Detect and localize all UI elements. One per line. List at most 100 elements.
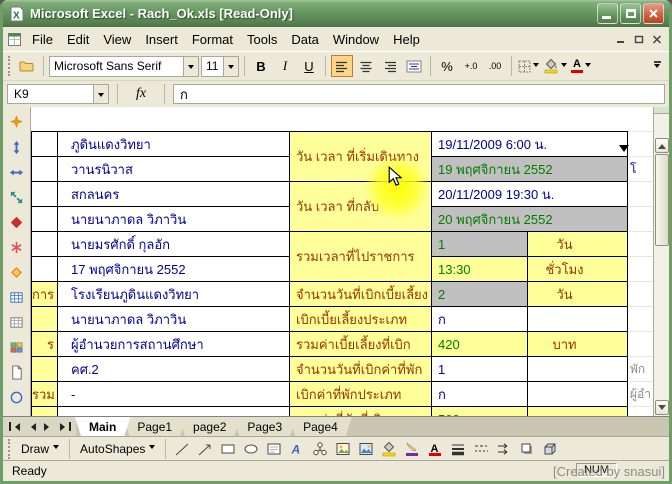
left-tool-button-7[interactable] bbox=[5, 261, 29, 284]
cell-name[interactable]: นายนาภาดล วิภาวิน bbox=[58, 307, 290, 332]
open-button[interactable] bbox=[16, 55, 38, 77]
cell-fragment[interactable] bbox=[628, 207, 654, 232]
line-style-button[interactable] bbox=[447, 439, 468, 459]
font-name-combo[interactable]: Microsoft Sans Serif bbox=[49, 56, 199, 77]
cell-unit[interactable] bbox=[528, 407, 628, 417]
cell-unit[interactable]: ชั่วโมง bbox=[528, 257, 628, 282]
menu-window[interactable]: Window bbox=[326, 29, 386, 50]
arrow-style-button[interactable] bbox=[493, 439, 514, 459]
maximize-button[interactable] bbox=[620, 3, 641, 24]
cell-value[interactable]: 20/11/2009 19:30 น. bbox=[432, 182, 628, 207]
left-tool-button-5[interactable] bbox=[5, 211, 29, 234]
menu-format[interactable]: Format bbox=[185, 29, 240, 50]
cell-value[interactable]: 19 พฤศจิกายน 2552 bbox=[432, 157, 628, 182]
increase-decimal-button[interactable]: +.0 bbox=[460, 55, 482, 77]
cell-label[interactable]: จำนวนวันที่เบิกเบี้ยเลี้ยง bbox=[290, 282, 432, 307]
cell-unit[interactable]: บาท bbox=[528, 332, 628, 357]
left-tool-button-11[interactable] bbox=[5, 361, 29, 384]
textbox-button[interactable] bbox=[263, 439, 284, 459]
spreadsheet-grid[interactable]: ภูดินแดงวิทยา วัน เวลา ที่เริ่มเดินทาง 1… bbox=[31, 107, 653, 416]
toolbar-options-button[interactable] bbox=[650, 61, 664, 71]
cell-unit[interactable]: วัน bbox=[528, 232, 628, 257]
cell-name[interactable]: ผู้อำนวยการสถานศึกษา bbox=[58, 332, 290, 357]
dropdown-arrow-icon[interactable] bbox=[619, 145, 629, 157]
cell-fragment[interactable] bbox=[628, 407, 654, 417]
split-handle[interactable] bbox=[654, 107, 669, 114]
cell-sliver[interactable] bbox=[32, 132, 58, 157]
cell-value[interactable]: ก bbox=[432, 307, 528, 332]
cell-name[interactable]: วานรนิวาส bbox=[58, 157, 290, 182]
cell-value[interactable]: 500 bbox=[432, 407, 528, 417]
shadow-style-button[interactable] bbox=[516, 439, 537, 459]
cell-fragment[interactable]: ผู้อำ bbox=[628, 382, 654, 407]
align-center-button[interactable] bbox=[355, 55, 377, 77]
font-size-combo[interactable]: 11 bbox=[201, 56, 239, 77]
cell-name[interactable]: - bbox=[58, 382, 290, 407]
cell-fragment[interactable] bbox=[628, 182, 654, 207]
cell-fragment[interactable]: โ bbox=[628, 157, 654, 182]
toolbar-grip[interactable] bbox=[8, 439, 12, 459]
sheet-tab-page4[interactable]: Page4 bbox=[289, 417, 352, 436]
cell-value[interactable]: 19/11/2009 6:00 น. bbox=[432, 132, 628, 157]
cell-value[interactable]: 20 พฤศจิกายน 2552 bbox=[432, 207, 628, 232]
cell-unit[interactable] bbox=[528, 357, 628, 382]
font-color-button[interactable]: A bbox=[424, 439, 445, 459]
cell-value[interactable]: 2 bbox=[432, 282, 528, 307]
left-tool-button-12[interactable] bbox=[5, 386, 29, 409]
cell-value[interactable]: ก bbox=[432, 382, 528, 407]
wordart-button[interactable]: A bbox=[286, 439, 307, 459]
cell-unit[interactable] bbox=[528, 382, 628, 407]
left-tool-button-4[interactable] bbox=[5, 186, 29, 209]
cell-name[interactable]: สกลนคร bbox=[58, 182, 290, 207]
cell-name[interactable]: นายนาภาดล วิภาวิน bbox=[58, 207, 290, 232]
cell-fragment[interactable] bbox=[628, 282, 654, 307]
name-box-dropdown[interactable] bbox=[93, 85, 108, 103]
insert-function-button[interactable]: fx bbox=[126, 86, 156, 102]
align-left-button[interactable] bbox=[331, 55, 353, 77]
diagram-button[interactable] bbox=[309, 439, 330, 459]
oval-button[interactable] bbox=[240, 439, 261, 459]
first-sheet-button[interactable] bbox=[6, 419, 22, 435]
cell-label[interactable]: รวมค่าที่พักที่เบิก bbox=[290, 407, 432, 417]
workbook-restore-button[interactable] bbox=[631, 32, 647, 46]
workbook-minimize-button[interactable] bbox=[613, 32, 629, 46]
decrease-decimal-button[interactable]: .00 bbox=[484, 55, 506, 77]
threed-style-button[interactable] bbox=[539, 439, 560, 459]
arrow-button[interactable] bbox=[194, 439, 215, 459]
insert-picture-button[interactable] bbox=[355, 439, 376, 459]
clipart-button[interactable] bbox=[332, 439, 353, 459]
menu-edit[interactable]: Edit bbox=[60, 29, 96, 50]
font-size-dropdown[interactable] bbox=[223, 57, 238, 76]
align-right-button[interactable] bbox=[379, 55, 401, 77]
menu-view[interactable]: View bbox=[96, 29, 138, 50]
next-sheet-button[interactable] bbox=[40, 419, 56, 435]
rectangle-button[interactable] bbox=[217, 439, 238, 459]
percent-style-button[interactable]: % bbox=[436, 55, 458, 77]
toolbar-grip[interactable] bbox=[8, 56, 12, 76]
left-tool-button-2[interactable] bbox=[5, 136, 29, 159]
cell-label[interactable]: รวมเวลาที่ไปราชการ bbox=[290, 232, 432, 282]
menu-help[interactable]: Help bbox=[386, 29, 427, 50]
font-name-dropdown[interactable] bbox=[183, 57, 198, 76]
workbook-close-button[interactable] bbox=[649, 32, 665, 46]
sheet-tab-page3[interactable]: Page3 bbox=[233, 417, 296, 436]
fill-color-button[interactable] bbox=[542, 55, 568, 77]
left-tool-button-6[interactable] bbox=[5, 236, 29, 259]
draw-menu-button[interactable]: Draw bbox=[16, 440, 64, 458]
scrollbar-thumb[interactable] bbox=[655, 154, 669, 246]
sheet-tab-page2[interactable]: page2 bbox=[179, 417, 240, 436]
line-color-button[interactable] bbox=[401, 439, 422, 459]
menu-data[interactable]: Data bbox=[284, 29, 325, 50]
cell-sliver[interactable] bbox=[32, 307, 58, 332]
line-button[interactable] bbox=[171, 439, 192, 459]
cell-fragment[interactable] bbox=[628, 332, 654, 357]
cell-name[interactable]: คศ.2 bbox=[58, 357, 290, 382]
font-color-button[interactable]: A bbox=[570, 55, 592, 77]
menu-insert[interactable]: Insert bbox=[138, 29, 185, 50]
cell-label[interactable]: รวมค่าเบี้ยเลี้ยงที่เบิก bbox=[290, 332, 432, 357]
bold-button[interactable]: B bbox=[250, 55, 272, 77]
left-tool-button-10[interactable] bbox=[5, 336, 29, 359]
cell-sliver[interactable] bbox=[32, 207, 58, 232]
left-tool-button-1[interactable] bbox=[5, 111, 29, 134]
cell-sliver[interactable]: ร bbox=[32, 332, 58, 357]
